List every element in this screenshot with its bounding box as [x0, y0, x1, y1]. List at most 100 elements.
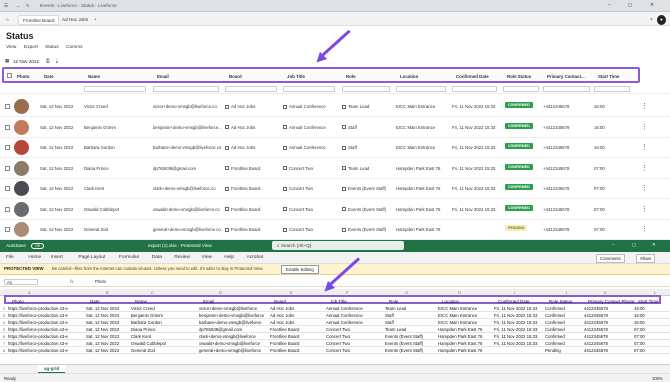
table-row[interactable]: Sat, 12 Nov 2022 General Zod general+demo-… — [0, 219, 670, 240]
col-confirmed-date[interactable]: Confirmed Date — [456, 74, 489, 79]
more-options-icon[interactable]: ⋮ — [641, 225, 648, 233]
link-icon[interactable] — [283, 186, 287, 191]
calendar-icon[interactable]: ▦ — [5, 58, 9, 64]
sheet-cell[interactable]: Diana Prince — [131, 327, 198, 332]
sheet-cell[interactable]: 4412345678 — [584, 341, 633, 346]
sheet-row[interactable]: 3 https://liveforce-production.s3-e Sat, 1… — [0, 312, 670, 319]
more-options-icon[interactable]: ⋮ — [641, 164, 648, 172]
header-cell[interactable]: Confirmed Date — [498, 299, 530, 304]
filter-email[interactable] — [153, 86, 219, 92]
sheet-cell[interactable]: https://liveforce-production.s3-e — [8, 306, 85, 311]
sheet-cell[interactable]: Hampden Park East 76 — [438, 327, 493, 332]
filter-confirmed[interactable] — [452, 86, 497, 92]
table-row[interactable]: Sat, 12 Nov 2022 Benjamin Grimm benjamin+d… — [0, 117, 670, 138]
sheet-cell[interactable]: 07:00 — [634, 348, 665, 353]
sheet-cell[interactable]: Fri, 11 Nov 2022 15:33 — [494, 334, 544, 339]
sheet-cell[interactable]: Clark Kent — [131, 334, 198, 339]
filter-contact[interactable] — [543, 86, 590, 92]
sheet-cell[interactable]: Concert Two — [326, 327, 384, 332]
home-icon[interactable]: ⌂ — [2, 15, 13, 25]
sheet-cell[interactable]: Sat, 12 Nov 2022 — [86, 320, 130, 325]
excel-minimize-icon[interactable]: – — [612, 242, 615, 247]
link-icon[interactable] — [283, 207, 287, 212]
sheet-cell[interactable]: Staff — [385, 313, 437, 318]
row-number[interactable]: 4 — [1, 320, 7, 325]
sheet-cell[interactable]: https://liveforce-production.s3-e — [8, 341, 85, 346]
link-icon[interactable] — [225, 145, 229, 150]
formula-input[interactable]: Photo — [95, 279, 106, 284]
sheet-cell[interactable]: Confirmed — [545, 334, 583, 339]
sheet-cell[interactable]: Team Lead — [385, 327, 437, 332]
sheet-cell[interactable]: 4412345678 — [584, 334, 633, 339]
sheet-cell[interactable]: Fri, 11 Nov 2022 15:33 — [494, 341, 544, 346]
link-icon[interactable] — [225, 125, 229, 130]
close-icon[interactable]: ✕ — [650, 2, 654, 8]
sheet-cell[interactable]: dp765539@gmail.com — [199, 327, 269, 332]
row-number[interactable]: 8 — [1, 348, 7, 353]
more-options-icon[interactable]: ⋮ — [641, 123, 648, 131]
sheet-cell[interactable]: 4412345678 — [584, 306, 633, 311]
sheet-cell[interactable]: Sat, 12 Nov 2022 — [86, 306, 130, 311]
sheet-cell[interactable]: https://liveforce-production.s3-e — [8, 334, 85, 339]
date-picker[interactable]: 12 Nov 2022 — [13, 59, 39, 64]
filter-job[interactable] — [283, 86, 335, 92]
sheet-cell[interactable]: https://liveforce-production.s3-e — [8, 320, 85, 325]
link-icon[interactable] — [283, 227, 287, 232]
sheet-cell[interactable]: Ad Hoc Jobs — [270, 306, 325, 311]
col-job-title[interactable]: Job Title — [287, 74, 305, 79]
sheet-cell[interactable]: Sat, 12 Nov 2022 — [86, 327, 130, 332]
sheet-cell[interactable]: 4412345678 — [584, 348, 633, 353]
col-photo[interactable]: Photo — [17, 74, 29, 79]
sheet-cell[interactable]: Pending — [545, 348, 583, 353]
link-icon[interactable] — [283, 125, 287, 130]
filter-role[interactable] — [342, 86, 390, 92]
sheet-cell[interactable]: Fri, 11 Nov 2022 15:33 — [494, 306, 544, 311]
ribbon-tab-view[interactable]: View — [202, 255, 212, 260]
sheet-cell[interactable]: 07:00 — [634, 334, 665, 339]
row-checkbox[interactable] — [5, 104, 10, 109]
sheet-cell[interactable]: https://liveforce-production.s3-e — [8, 313, 85, 318]
sheet-cell[interactable]: Staff — [385, 320, 437, 325]
sheet-cell[interactable]: Confirmed — [545, 327, 583, 332]
header-cell[interactable]: Start Time — [638, 299, 659, 304]
header-cell[interactable]: Role Status — [549, 299, 572, 304]
ribbon-tab-acrobat[interactable]: Acrobat — [247, 255, 264, 260]
sheet-cell[interactable]: Barbara Gordon — [131, 320, 198, 325]
sheet-cell[interactable]: Hampden Park East 76 — [438, 348, 493, 353]
sheet-cell[interactable]: Hampden Park East 76 — [438, 341, 493, 346]
link-icon[interactable] — [342, 207, 346, 212]
sheet-cell[interactable]: 16:00 — [634, 306, 665, 311]
sheet-cell[interactable]: Ad Hoc Jobs — [270, 320, 325, 325]
sheet-cell[interactable]: Confirmed — [545, 320, 583, 325]
sheet-cell[interactable]: Annual Conference — [326, 313, 384, 318]
ribbon-tab-insert[interactable]: Insert — [51, 255, 63, 260]
header-cell[interactable]: Board — [274, 299, 286, 304]
row-number[interactable]: 5 — [1, 327, 7, 332]
menu-view[interactable]: View — [6, 45, 16, 50]
sheet-cell[interactable]: Frontline Board — [270, 348, 325, 353]
sheet-cell[interactable]: Confirmed — [545, 306, 583, 311]
sheet-cell[interactable]: Hampden Park East 76 — [438, 334, 493, 339]
link-icon[interactable] — [342, 104, 346, 109]
tab-frontline-board[interactable]: Frontline Board — [18, 15, 60, 25]
sheet-cell[interactable]: victor+demo-vmsgb@liveforce — [199, 306, 269, 311]
row-number[interactable]: 6 — [1, 334, 7, 339]
sheet-cell[interactable]: General Zod — [131, 348, 198, 353]
link-icon[interactable] — [225, 186, 229, 191]
search-box[interactable]: ⌕ Search (Alt+Q) — [272, 241, 404, 250]
sheet-cell[interactable]: 4412345678 — [584, 327, 633, 332]
sheet-cell[interactable]: Concert Two — [326, 334, 384, 339]
col-email[interactable]: Email — [157, 74, 169, 79]
sheet-cell[interactable]: Fri, 11 Nov 2022 15:33 — [494, 320, 544, 325]
autosave-label[interactable]: AutoSave — [6, 243, 26, 248]
filter-name[interactable] — [84, 86, 146, 92]
help-icon[interactable]: ? — [646, 15, 657, 25]
row-number[interactable]: 7 — [1, 341, 7, 346]
row-checkbox[interactable] — [5, 206, 10, 212]
row-number[interactable]: 2 — [1, 306, 7, 311]
header-cell[interactable]: Email — [203, 299, 214, 304]
col-name[interactable]: Name — [88, 74, 100, 79]
sheet-cell[interactable]: EICC Main Entrance — [438, 320, 493, 325]
header-cell[interactable]: Location — [442, 299, 459, 304]
sheet-cell[interactable]: Annual Conference — [326, 306, 384, 311]
